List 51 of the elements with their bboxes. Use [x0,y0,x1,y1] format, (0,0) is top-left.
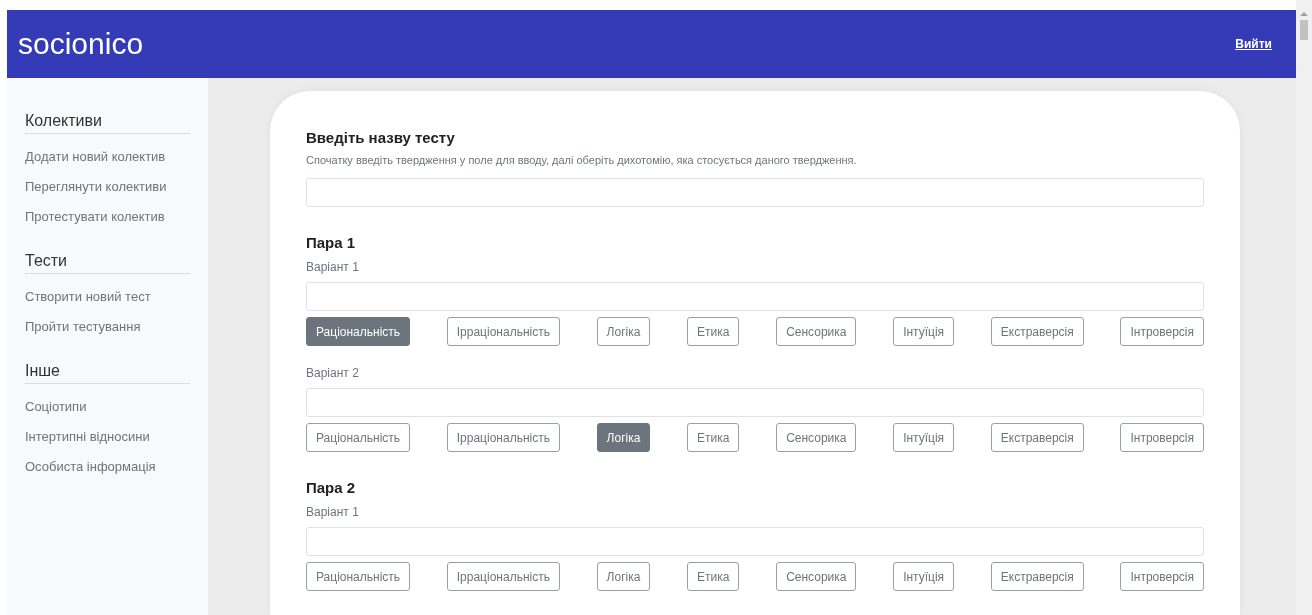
dichotomy-button[interactable]: Сенсорика [776,423,857,452]
variant-label: Варіант 2 [306,366,360,380]
scrollbar[interactable] [1296,0,1312,615]
dichotomy-button[interactable]: Інтроверсія [1120,423,1204,452]
sidebar-link[interactable]: Додати новий колектив [25,142,190,172]
dichotomy-button[interactable]: Ірраціональність [446,423,560,452]
dichotomy-button[interactable]: Етика [687,423,740,452]
dichotomy-button[interactable]: Логіка [596,562,651,591]
dichotomy-button[interactable]: Інтроверсія [1120,317,1204,346]
statement-field[interactable] [306,282,1204,311]
section-heading: Тести [25,252,190,274]
variant-label: Варіант 1 [306,505,360,519]
logo: socionico [18,27,144,61]
statement-field[interactable] [306,388,1204,417]
logout-link[interactable]: Вийти [1235,37,1272,51]
dichotomy-button[interactable]: Сенсорика [776,317,857,346]
sidebar-link[interactable]: Переглянути колективи [25,172,190,202]
dichotomy-button[interactable]: Раціональність [306,562,411,591]
test-name-field[interactable] [306,178,1204,207]
dichotomy-button[interactable]: Ірраціональність [446,562,560,591]
dichotomy-button[interactable]: Інтроверсія [1120,562,1204,591]
dichotomy-button[interactable]: Екстраверсія [990,423,1084,452]
dichotomy-button[interactable]: Інтуїція [893,562,955,591]
dichotomy-button[interactable]: Екстраверсія [990,317,1084,346]
statement-field[interactable] [306,527,1204,556]
sidebar-link[interactable]: Інтертипні відносини [25,422,190,452]
dichotomy-button[interactable]: Екстраверсія [990,562,1084,591]
sidebar-link[interactable]: Пройти тестування [25,312,190,342]
section-heading: Інше [25,362,190,384]
sidebar-link[interactable]: Особиста інформація [25,452,190,482]
dichotomy-button[interactable]: Інтуїція [893,317,955,346]
sidebar-link[interactable]: Соціотипи [25,392,190,422]
dichotomy-button[interactable]: Раціональність [306,423,411,452]
section-heading: Колективи [25,112,190,134]
dichotomy-button[interactable]: Логіка [596,317,651,346]
scroll-up-icon[interactable] [1300,12,1308,16]
pair-title: Пара 2 [306,479,357,496]
variant-label: Варіант 1 [306,260,360,274]
sidebar-link[interactable]: Створити новий тест [25,282,190,312]
form-title: Введіть назву тесту [306,129,456,146]
dichotomy-button[interactable]: Сенсорика [776,562,857,591]
pair-title: Пара 1 [306,234,357,251]
sidebar-link[interactable]: Протестувати колектив [25,202,190,232]
dichotomy-button[interactable]: Раціональність [306,317,411,346]
dichotomy-button[interactable]: Ірраціональність [446,317,560,346]
hint-text: Спочатку введіть твердження у поле для вводу, далі оберіть дихотомію, яка стосується даного твердження. [306,154,858,166]
dichotomy-button[interactable]: Етика [687,317,740,346]
scrollbar-thumb[interactable] [1300,20,1308,40]
dichotomy-button[interactable]: Етика [687,562,740,591]
dichotomy-button[interactable]: Інтуїція [893,423,955,452]
dichotomy-button[interactable]: Логіка [596,423,651,452]
